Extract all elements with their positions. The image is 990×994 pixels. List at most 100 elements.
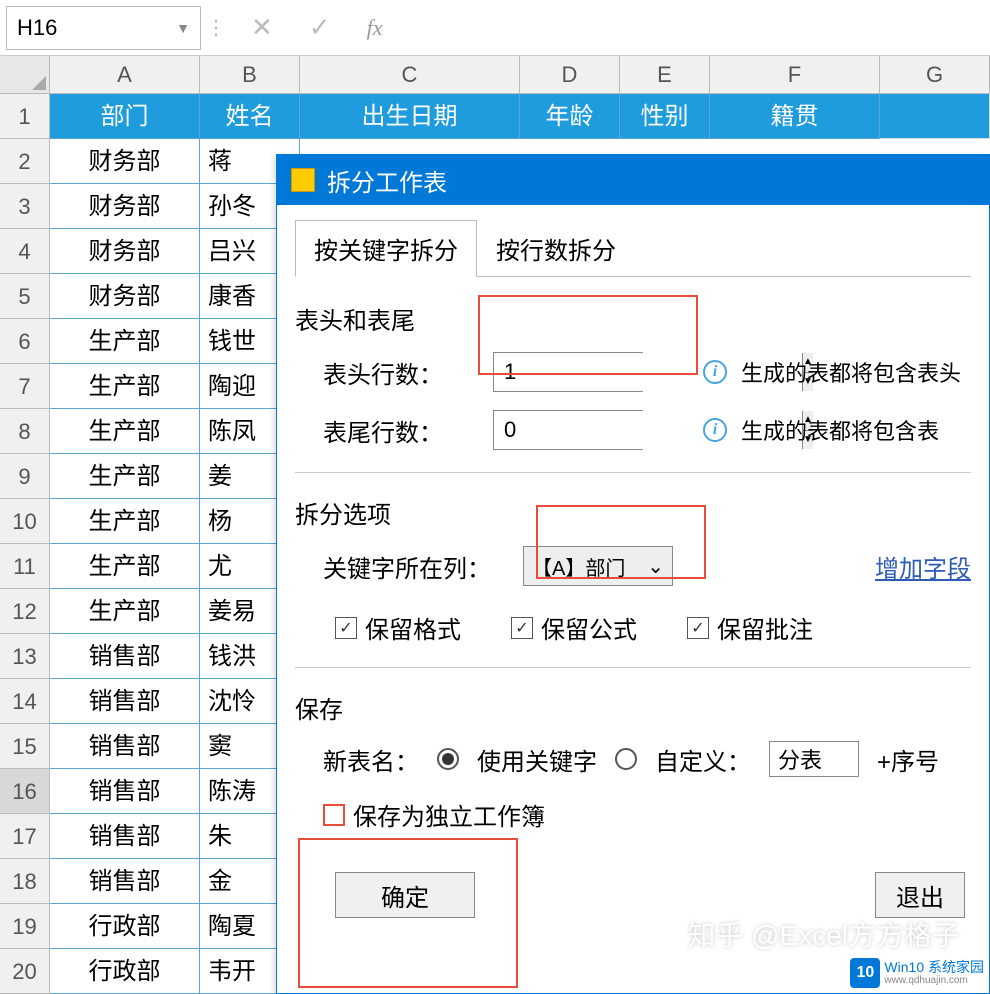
table-header-row: 1 部门 姓名 出生日期 年龄 性别 籍贯 — [0, 94, 990, 139]
col-header-a[interactable]: A — [50, 56, 200, 93]
new-name-label: 新表名： — [323, 742, 419, 777]
app-icon — [291, 168, 315, 192]
info-icon: i — [703, 360, 727, 384]
use-key-radio[interactable] — [437, 748, 459, 770]
cell[interactable]: 销售部 — [50, 679, 200, 724]
custom-name-input[interactable] — [769, 741, 859, 777]
row-number[interactable]: 11 — [0, 544, 50, 589]
ok-button[interactable]: 确定 — [335, 872, 475, 918]
tab-by-rows[interactable]: 按行数拆分 — [477, 220, 635, 277]
col-header-g[interactable]: G — [880, 56, 990, 93]
chevron-down-icon[interactable]: ▼ — [176, 20, 190, 36]
dialog-tabs: 按关键字拆分 按行数拆分 — [295, 219, 971, 277]
name-box[interactable]: H16 ▼ — [6, 6, 201, 50]
row-number[interactable]: 7 — [0, 364, 50, 409]
col-header-b[interactable]: B — [200, 56, 300, 93]
formula-bar: H16 ▼ ⋮ ✕ ✓ fx — [0, 0, 990, 56]
separator-icon: ⋮ — [201, 15, 231, 40]
cell[interactable]: 财务部 — [50, 229, 200, 274]
row-number[interactable]: 12 — [0, 589, 50, 634]
row-number[interactable]: 1 — [0, 94, 50, 139]
row-number[interactable]: 3 — [0, 184, 50, 229]
dialog-title: 拆分工作表 — [327, 163, 447, 198]
info-text: 生成的表都将包含表头 — [741, 356, 961, 388]
header-cell[interactable]: 姓名 — [200, 94, 300, 139]
logo-badge: 10 Win10 系统家园 www.qdhuajin.com — [850, 958, 984, 988]
tab-by-key[interactable]: 按关键字拆分 — [295, 220, 477, 277]
row-number[interactable]: 10 — [0, 499, 50, 544]
header-cell[interactable]: 年龄 — [520, 94, 620, 139]
row-number[interactable]: 19 — [0, 904, 50, 949]
group-header-footer: 表头和表尾 — [295, 301, 971, 336]
header-cell[interactable]: 出生日期 — [300, 94, 520, 139]
select-all-corner[interactable] — [0, 56, 50, 93]
keep-format-checkbox[interactable]: ✓保留格式 — [335, 610, 461, 645]
logo-icon: 10 — [850, 958, 880, 988]
row-number[interactable]: 20 — [0, 949, 50, 994]
row-number[interactable]: 9 — [0, 454, 50, 499]
split-sheet-dialog: 拆分工作表 按关键字拆分 按行数拆分 表头和表尾 表头行数： ▲▼ i 生成的表… — [276, 154, 990, 994]
key-col-label: 关键字所在列： — [323, 549, 523, 584]
key-col-select[interactable]: 【A】部门 ⌄ — [523, 546, 673, 586]
row-number[interactable]: 8 — [0, 409, 50, 454]
group-split-options: 拆分选项 — [295, 495, 971, 530]
keep-comment-checkbox[interactable]: ✓保留批注 — [687, 610, 813, 645]
cancel-icon[interactable]: ✕ — [251, 12, 273, 43]
cell[interactable]: 销售部 — [50, 634, 200, 679]
header-cell[interactable] — [880, 94, 990, 139]
col-header-f[interactable]: F — [710, 56, 880, 93]
cell[interactable]: 财务部 — [50, 139, 200, 184]
row-number[interactable]: 17 — [0, 814, 50, 859]
col-header-e[interactable]: E — [620, 56, 710, 93]
cell[interactable]: 行政部 — [50, 949, 200, 994]
footer-rows-spinner[interactable]: ▲▼ — [493, 410, 643, 450]
cell[interactable]: 生产部 — [50, 454, 200, 499]
cell[interactable]: 销售部 — [50, 859, 200, 904]
info-text: 生成的表都将包含表 — [741, 414, 939, 446]
row-number[interactable]: 14 — [0, 679, 50, 724]
row-number[interactable]: 5 — [0, 274, 50, 319]
cell[interactable]: 生产部 — [50, 319, 200, 364]
cell[interactable]: 生产部 — [50, 364, 200, 409]
footer-rows-label: 表尾行数： — [323, 413, 493, 448]
cell[interactable]: 生产部 — [50, 544, 200, 589]
header-rows-label: 表头行数： — [323, 355, 493, 390]
cell[interactable]: 财务部 — [50, 274, 200, 319]
header-cell[interactable]: 性别 — [620, 94, 710, 139]
keep-formula-checkbox[interactable]: ✓保留公式 — [511, 610, 637, 645]
row-number[interactable]: 6 — [0, 319, 50, 364]
watermark-text: 知乎 @Excel方方格子 — [687, 914, 960, 954]
cell[interactable]: 生产部 — [50, 499, 200, 544]
row-number[interactable]: 16 — [0, 769, 50, 814]
column-headers: A B C D E F G — [0, 56, 990, 94]
col-header-c[interactable]: C — [300, 56, 520, 93]
dialog-titlebar[interactable]: 拆分工作表 — [277, 155, 989, 205]
cell[interactable]: 财务部 — [50, 184, 200, 229]
key-col-value: 【A】部门 — [532, 552, 625, 581]
header-cell[interactable]: 籍贯 — [710, 94, 880, 139]
info-icon: i — [703, 418, 727, 442]
cell[interactable]: 销售部 — [50, 724, 200, 769]
header-rows-spinner[interactable]: ▲▼ — [493, 352, 643, 392]
row-number[interactable]: 15 — [0, 724, 50, 769]
col-header-d[interactable]: D — [520, 56, 620, 93]
group-save: 保存 — [295, 690, 971, 725]
cell[interactable]: 销售部 — [50, 814, 200, 859]
row-number[interactable]: 2 — [0, 139, 50, 184]
row-number[interactable]: 13 — [0, 634, 50, 679]
add-field-link[interactable]: 增加字段 — [875, 549, 971, 584]
save-as-workbook-checkbox[interactable]: 保存为独立工作簿 — [295, 797, 971, 832]
cell[interactable]: 行政部 — [50, 904, 200, 949]
row-number[interactable]: 4 — [0, 229, 50, 274]
cell[interactable]: 销售部 — [50, 769, 200, 814]
name-box-value: H16 — [17, 15, 57, 41]
confirm-icon[interactable]: ✓ — [309, 12, 331, 43]
fx-icon[interactable]: fx — [367, 15, 383, 41]
header-cell[interactable]: 部门 — [50, 94, 200, 139]
cell[interactable]: 生产部 — [50, 589, 200, 634]
cell[interactable]: 生产部 — [50, 409, 200, 454]
exit-button[interactable]: 退出 — [875, 872, 965, 918]
chevron-down-icon: ⌄ — [647, 554, 664, 579]
custom-radio[interactable] — [615, 748, 637, 770]
row-number[interactable]: 18 — [0, 859, 50, 904]
